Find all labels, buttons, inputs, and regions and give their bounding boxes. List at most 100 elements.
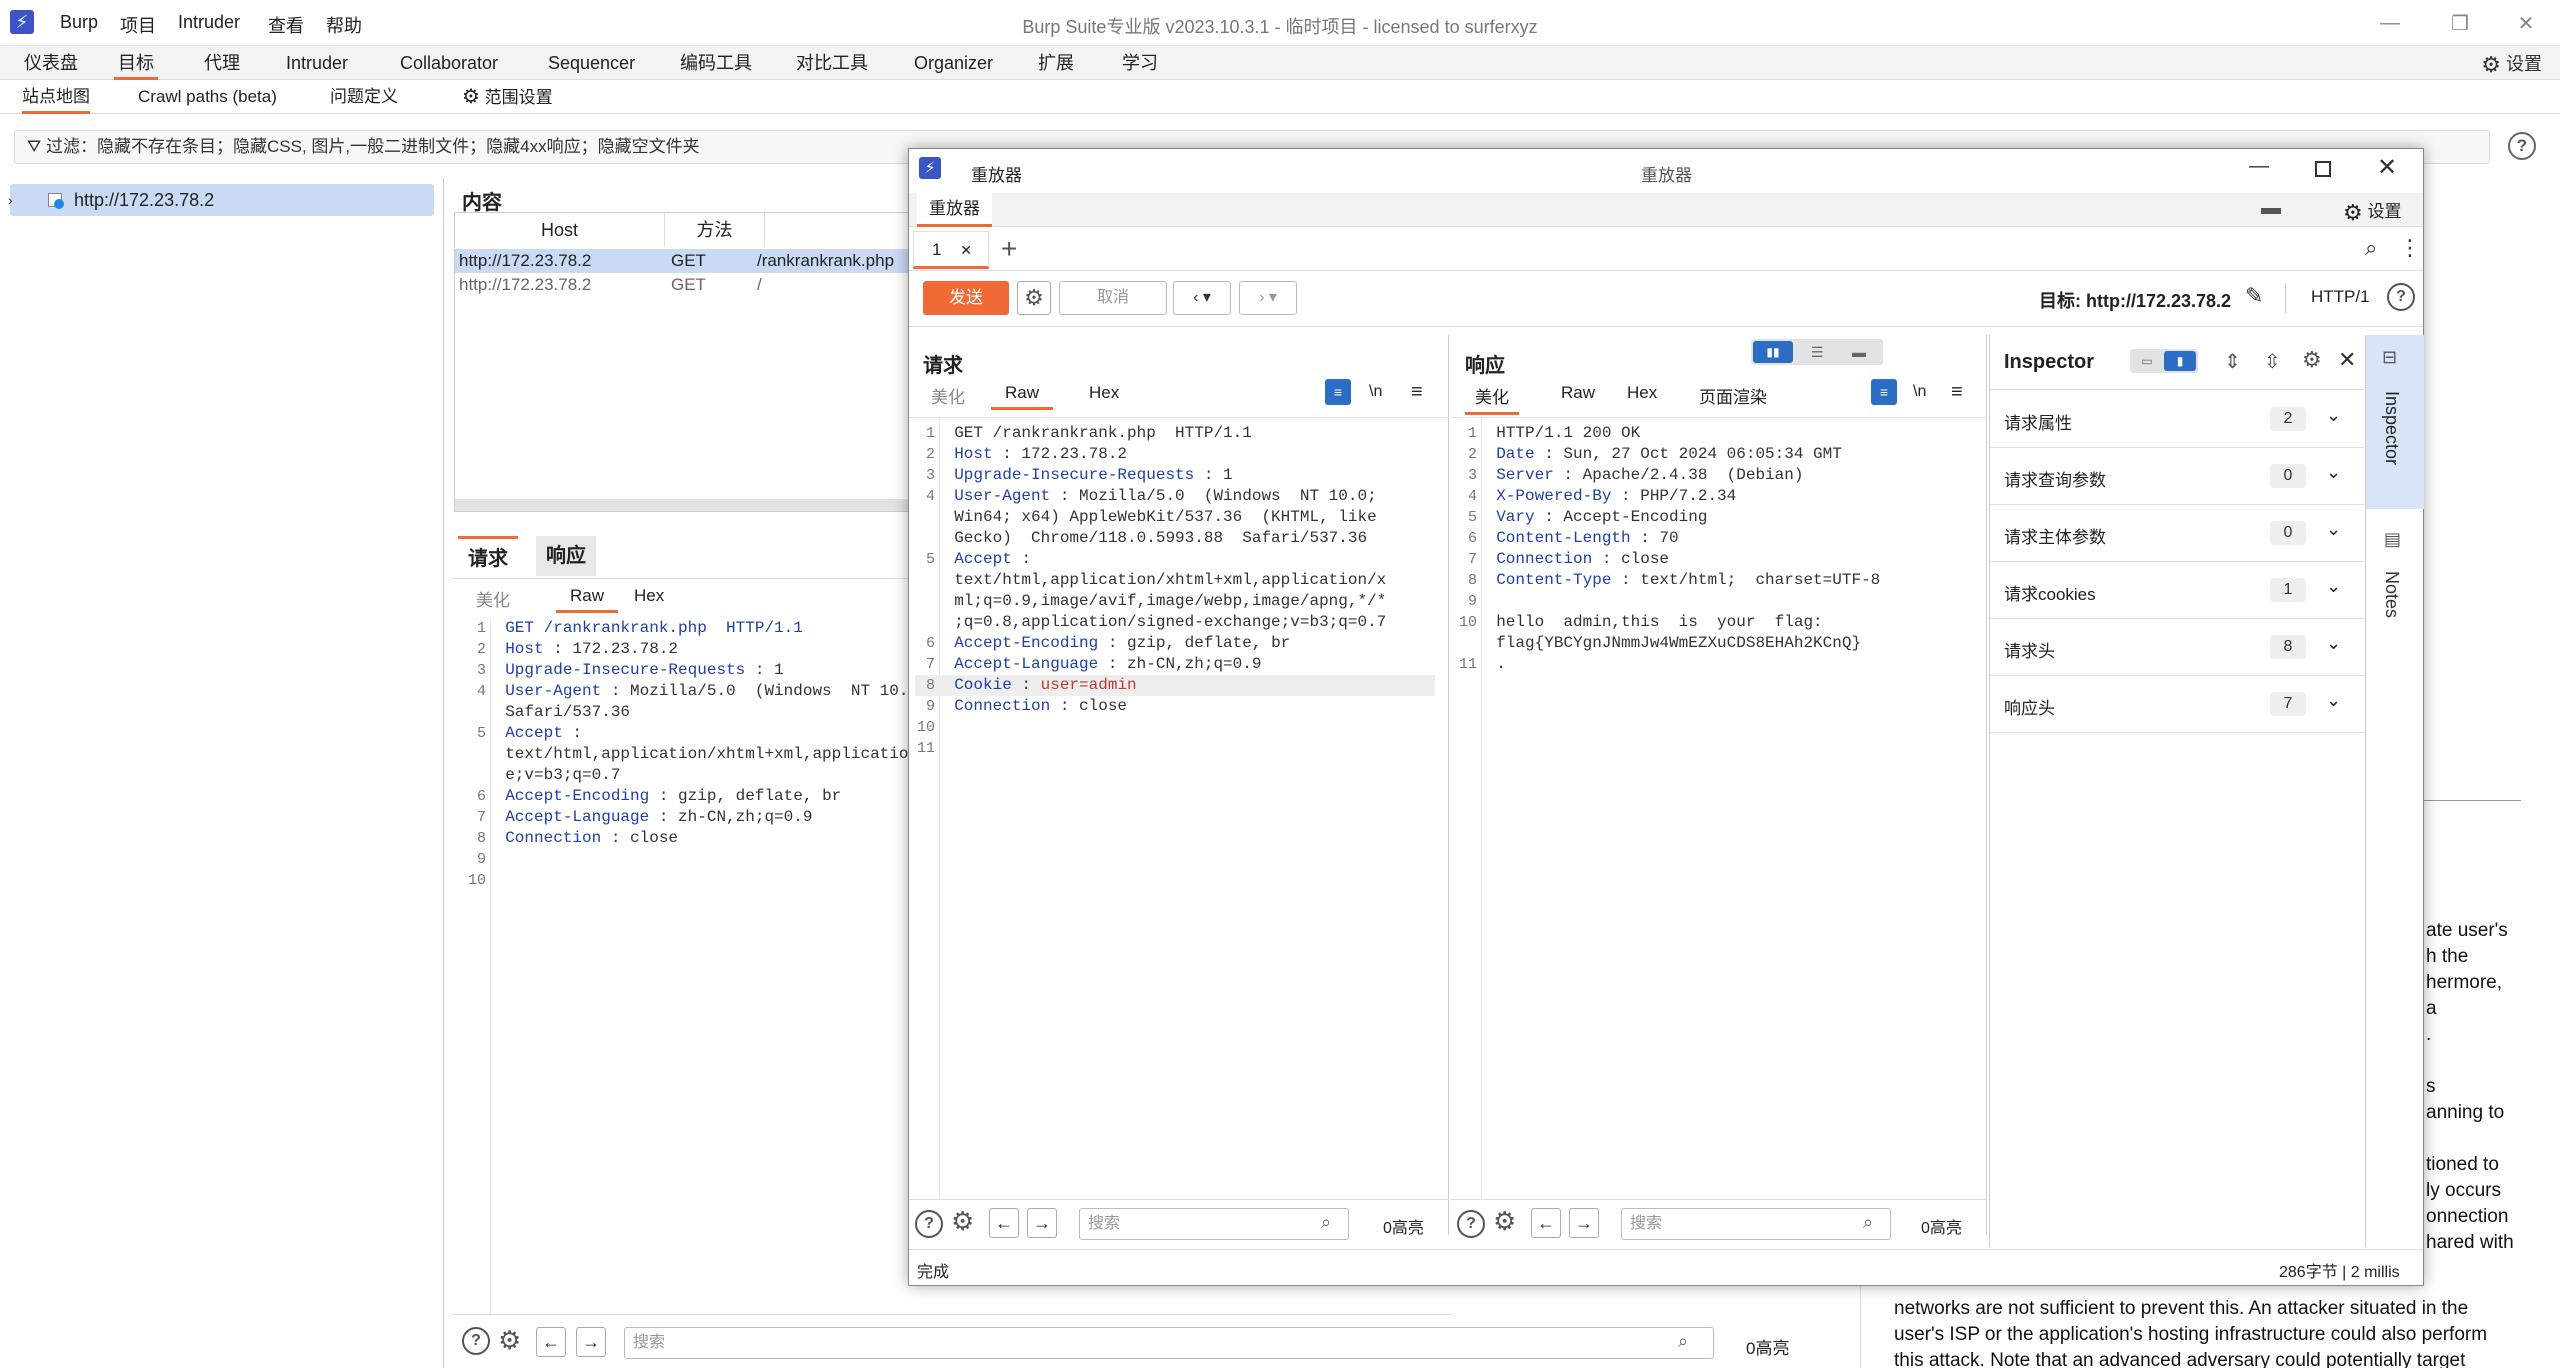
inspector-section[interactable]: 请求主体参数 0 ⌄ bbox=[1990, 505, 2364, 562]
layout-toggle[interactable]: ▮▮ ☰ ▬ bbox=[1751, 339, 1883, 365]
arrow-right-icon[interactable]: → bbox=[1569, 1208, 1599, 1238]
close-icon[interactable]: ✕ bbox=[2338, 347, 2356, 373]
tab-organizer[interactable]: Organizer bbox=[910, 46, 997, 80]
tab-scope-settings[interactable]: ⚙ 范围设置 bbox=[462, 80, 553, 114]
tab-response[interactable]: 响应 bbox=[536, 536, 596, 576]
column-header-method[interactable]: 方法 bbox=[665, 213, 765, 247]
tab-repeater[interactable]: 重放器 bbox=[917, 193, 992, 227]
subtab-pretty[interactable]: 美化 bbox=[931, 383, 965, 408]
split-rows-icon[interactable]: ☰ bbox=[1797, 341, 1837, 363]
search-input[interactable]: 搜索 bbox=[624, 1327, 1714, 1359]
layout-left-icon[interactable]: ▭ bbox=[2132, 351, 2162, 371]
inspector-layout-toggle[interactable]: ▭ ▮ bbox=[2130, 349, 2198, 373]
gear-icon[interactable]: ⚙ bbox=[1493, 1206, 1516, 1237]
inspector-section[interactable]: 请求属性 2 ⌄ bbox=[1990, 391, 2364, 448]
help-icon[interactable]: ? bbox=[1457, 1210, 1485, 1238]
request-tab-1[interactable]: 1 ✕ bbox=[913, 231, 989, 269]
close-icon[interactable]: ✕ bbox=[2506, 8, 2546, 38]
tab-collaborator[interactable]: Collaborator bbox=[396, 46, 502, 80]
gear-icon[interactable]: ⚙ bbox=[498, 1325, 521, 1356]
menu-icon[interactable]: ▬ bbox=[2261, 197, 2281, 220]
back-button[interactable]: ‹ ▾ bbox=[1173, 281, 1231, 315]
protocol-label[interactable]: HTTP/1 bbox=[2311, 287, 2370, 307]
menu-icon[interactable]: ≡ bbox=[1951, 381, 1963, 404]
tab-crawl-paths[interactable]: Crawl paths (beta) bbox=[138, 80, 277, 114]
help-icon[interactable]: ? bbox=[462, 1327, 490, 1355]
layout-right-icon[interactable]: ▮ bbox=[2164, 351, 2196, 371]
subtab-raw[interactable]: Raw bbox=[1561, 383, 1595, 403]
subtab-pretty[interactable]: 美化 bbox=[1465, 383, 1519, 415]
column-header-host[interactable]: Host bbox=[455, 213, 665, 247]
send-button[interactable]: 发送 bbox=[923, 281, 1009, 315]
tab-comparer[interactable]: 对比工具 bbox=[792, 46, 872, 80]
subtab-raw[interactable]: Raw bbox=[991, 383, 1054, 410]
gear-icon[interactable]: ⚙ bbox=[951, 1206, 974, 1237]
tab-learn[interactable]: 学习 bbox=[1118, 46, 1162, 80]
chevron-down-icon[interactable]: ⌄ bbox=[2326, 690, 2341, 711]
newline-toggle-icon[interactable]: \n bbox=[1913, 383, 1926, 401]
tree-item-host[interactable]: › http://172.23.78.2 bbox=[8, 184, 434, 216]
tab-issue-definitions[interactable]: 问题定义 bbox=[330, 80, 398, 114]
single-pane-icon[interactable]: ▬ bbox=[1839, 341, 1879, 363]
subtab-pretty[interactable]: 美化 bbox=[476, 586, 510, 611]
expand-all-icon[interactable]: ⇕ bbox=[2224, 349, 2241, 374]
repeater-settings-button[interactable]: ⚙ 设置 bbox=[2343, 197, 2401, 226]
newline-toggle-icon[interactable]: \n bbox=[1369, 383, 1382, 401]
more-vertical-icon[interactable]: ⋮ bbox=[2399, 235, 2421, 261]
tab-sitemap[interactable]: 站点地图 bbox=[22, 80, 90, 114]
chevron-right-icon[interactable]: › bbox=[8, 184, 13, 216]
close-icon[interactable]: ✕ bbox=[960, 232, 972, 268]
cancel-button[interactable]: 取消 bbox=[1059, 281, 1167, 315]
tab-extensions[interactable]: 扩展 bbox=[1034, 46, 1078, 80]
restore-icon[interactable]: ❐ bbox=[2440, 8, 2480, 38]
bottom-request-editor[interactable]: 1 GET /rankrankrank.php HTTP/1.1 2 Host :… bbox=[466, 618, 926, 891]
tab-proxy[interactable]: 代理 bbox=[200, 46, 244, 80]
subtab-hex[interactable]: Hex bbox=[634, 586, 664, 606]
inspector-section[interactable]: 请求cookies 1 ⌄ bbox=[1990, 562, 2364, 619]
search-icon[interactable]: ⌕ bbox=[2365, 235, 2377, 261]
arrow-left-icon[interactable]: ← bbox=[1531, 1208, 1561, 1238]
arrow-left-icon[interactable]: ← bbox=[989, 1208, 1019, 1238]
subtab-raw[interactable]: Raw bbox=[556, 586, 619, 613]
rail-tab-inspector[interactable]: ⊟ Inspector bbox=[2366, 335, 2424, 509]
tab-target[interactable]: 目标 bbox=[114, 46, 158, 80]
chevron-down-icon[interactable]: ⌄ bbox=[2326, 519, 2341, 540]
arrow-right-icon[interactable]: → bbox=[576, 1327, 606, 1357]
response-editor[interactable]: 1 HTTP/1.1 200 OK 2 Date : Sun, 27 Oct 20… bbox=[1457, 423, 1977, 675]
split-columns-icon[interactable]: ▮▮ bbox=[1753, 341, 1793, 363]
help-icon[interactable]: ? bbox=[2508, 132, 2536, 160]
help-icon[interactable]: ? bbox=[2387, 283, 2415, 311]
tab-intruder[interactable]: Intruder bbox=[282, 46, 352, 80]
gear-icon[interactable]: ⚙ bbox=[1017, 281, 1051, 315]
maximize-icon[interactable] bbox=[2315, 161, 2331, 177]
chevron-down-icon[interactable]: ⌄ bbox=[2326, 405, 2341, 426]
search-input[interactable]: 搜索 bbox=[1621, 1208, 1891, 1240]
wrap-lines-icon[interactable]: ≡ bbox=[1325, 379, 1351, 405]
collapse-all-icon[interactable]: ⇳ bbox=[2264, 349, 2281, 374]
inspector-section[interactable]: 响应头 7 ⌄ bbox=[1990, 676, 2364, 733]
search-icon[interactable]: ⌕ bbox=[1321, 1212, 1331, 1233]
inspector-section[interactable]: 请求查询参数 0 ⌄ bbox=[1990, 448, 2364, 505]
arrow-left-icon[interactable]: ← bbox=[536, 1327, 566, 1357]
minimize-icon[interactable]: — bbox=[2370, 8, 2410, 38]
tab-decoder[interactable]: 编码工具 bbox=[676, 46, 756, 80]
subtab-hex[interactable]: Hex bbox=[1089, 383, 1119, 403]
tab-dashboard[interactable]: 仪表盘 bbox=[20, 46, 82, 80]
search-icon[interactable]: ⌕ bbox=[1863, 1212, 1873, 1233]
arrow-right-icon[interactable]: → bbox=[1027, 1208, 1057, 1238]
rail-tab-notes[interactable]: ▤ Notes bbox=[2366, 515, 2424, 645]
close-icon[interactable]: ✕ bbox=[2377, 153, 2397, 182]
subtab-render[interactable]: 页面渲染 bbox=[1699, 383, 1767, 408]
help-icon[interactable]: ? bbox=[915, 1210, 943, 1238]
gear-icon[interactable]: ⚙ bbox=[2302, 347, 2322, 373]
tab-sequencer[interactable]: Sequencer bbox=[544, 46, 639, 80]
request-editor[interactable]: 1 GET /rankrankrank.php HTTP/1.1 2 Host :… bbox=[915, 423, 1435, 759]
chevron-down-icon[interactable]: ⌄ bbox=[2326, 576, 2341, 597]
wrap-lines-icon[interactable]: ≡ bbox=[1871, 379, 1897, 405]
chevron-down-icon[interactable]: ⌄ bbox=[2326, 462, 2341, 483]
minimize-icon[interactable]: — bbox=[2249, 155, 2269, 178]
inspector-section[interactable]: 请求头 8 ⌄ bbox=[1990, 619, 2364, 676]
plus-icon[interactable]: + bbox=[1001, 233, 1017, 265]
tab-request[interactable]: 请求 bbox=[458, 536, 518, 576]
menu-icon[interactable]: ≡ bbox=[1411, 381, 1423, 404]
